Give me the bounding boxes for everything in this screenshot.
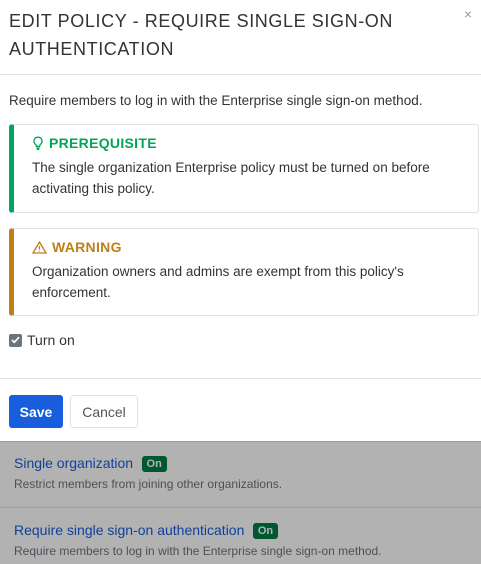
turn-on-toggle[interactable]: Turn on [9,332,75,348]
turn-on-label: Turn on [27,332,75,348]
modal-body: Require members to log in with the Enter… [0,76,481,378]
callout-title: WARNING [32,239,462,255]
save-button[interactable]: Save [9,395,63,428]
cancel-button[interactable]: Cancel [70,395,138,428]
modal-title: EDIT POLICY - REQUIRE SINGLE SIGN-ON AUT… [9,11,394,59]
warning-callout: WARNING Organization owners and admins a… [9,228,479,316]
prerequisite-title: PREREQUISITE [49,135,157,151]
policy-intro: Require members to log in with the Enter… [9,93,423,108]
warning-title: WARNING [52,239,122,255]
prerequisite-callout: PREREQUISITE The single organization Ent… [9,124,479,213]
modal-header: EDIT POLICY - REQUIRE SINGLE SIGN-ON AUT… [0,0,481,75]
callout-title: PREREQUISITE [32,135,462,151]
warning-text: Organization owners and admins are exemp… [32,264,404,300]
turn-on-checkbox[interactable] [9,333,22,347]
lightbulb-icon [32,136,44,150]
modal-footer: Save Cancel [0,378,481,441]
warning-triangle-icon [32,240,47,254]
edit-policy-modal: EDIT POLICY - REQUIRE SINGLE SIGN-ON AUT… [0,0,481,441]
prerequisite-text: The single organization Enterprise polic… [32,160,430,196]
close-icon[interactable]: × [461,7,475,21]
